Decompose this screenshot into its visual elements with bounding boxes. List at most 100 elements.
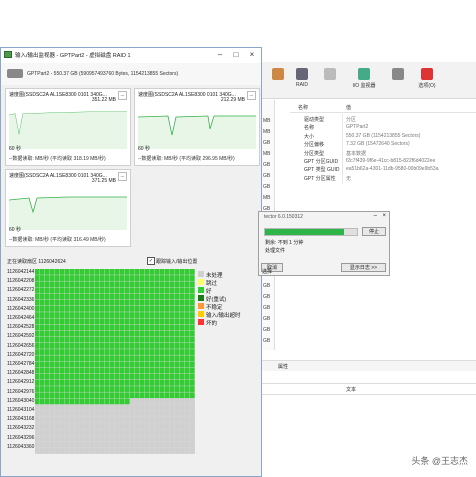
app-icon	[4, 51, 12, 58]
sector-address: 1126042720	[7, 351, 35, 358]
legend-item: 好	[198, 287, 212, 295]
toolbar-btn-options[interactable]: 选项(O)	[412, 66, 442, 94]
property-row[interactable]: 分区类型 基本数据	[290, 150, 476, 158]
sector-address: 1126043168	[7, 416, 35, 423]
graph-footer: --数据读取: MB/秒 (平均读取 318.19 MB/秒)	[9, 156, 106, 162]
size-cell: GB	[263, 184, 271, 190]
options-icon	[421, 68, 433, 80]
speed-graph-3: 速度图(SSDSC2A AL1SE8300 0101 340G... ... 3…	[5, 169, 131, 247]
disk-label: GPTPart2 - 550.37 GB (590957493760 Bytes…	[27, 71, 179, 77]
toolbar-btn-raid[interactable]: RAID	[290, 66, 314, 94]
title-bar: 输入/输出监视器 - GPTPart2 - 虚拟磁盘 RAID 1 – □ ×	[1, 48, 261, 63]
size-cell: MB	[263, 129, 271, 135]
property-key: 分区偏移	[304, 142, 325, 149]
property-value: ea51b62a-4301-11db-9580-00b09e9b53a	[346, 166, 439, 173]
graph-menu-button[interactable]: ...	[118, 91, 127, 100]
properties-tabbar: 属性	[262, 360, 476, 371]
property-key: 名称	[304, 125, 315, 132]
legend-swatch	[198, 311, 204, 317]
legend-swatch	[198, 287, 204, 293]
graph-max: 351.22 MB	[91, 97, 116, 103]
property-key: 大小	[304, 133, 315, 140]
property-value: 7.32 GB (15472640 Sectors)	[346, 141, 410, 148]
legend-label: 坏的	[206, 321, 218, 327]
close-icon[interactable]: ×	[247, 50, 257, 60]
minimize-icon[interactable]: –	[215, 50, 225, 60]
property-key: GPT 分区GUID	[304, 159, 339, 165]
dialog-close-icon[interactable]: ×	[382, 213, 386, 219]
graph-menu-button[interactable]: ...	[118, 172, 127, 181]
disk-tool-icon	[272, 68, 284, 80]
property-row[interactable]: GPT 分区GUID f2c7f439-9f6e-41cc-b815-822f6d…	[290, 158, 476, 166]
property-value: 无	[346, 175, 352, 182]
dialog-title: tector 6.0.150312	[264, 214, 303, 220]
stop-button[interactable]: 停止	[362, 227, 386, 236]
sector-address: 1126043296	[7, 434, 35, 441]
toolbar-btn-3[interactable]	[318, 66, 342, 94]
property-value: 分区	[346, 117, 357, 123]
property-row[interactable]: 驱动类型 分区	[290, 116, 476, 124]
text-header-label: 文本	[346, 387, 357, 393]
size-cell: GB	[263, 173, 271, 179]
graph-footer: --数据读取: MB/秒 (平均读取 296.95 MB/秒)	[138, 156, 235, 162]
col-name: 名称	[298, 105, 309, 111]
graph-footer: --数据读取: MB/秒 (平均读取 316.49 MB/秒)	[9, 237, 106, 243]
graph-max: 212.29 MB	[220, 97, 245, 103]
status-text: 处理文件	[265, 248, 286, 254]
size-cell: GB	[263, 338, 271, 344]
size-cell: GB	[263, 316, 271, 322]
follow-io-checkbox[interactable]: ✓	[147, 257, 155, 265]
size-cell: GB	[263, 140, 271, 146]
property-value: 550.37 GB (1154213855 Sectors)	[346, 132, 421, 139]
watermark: 头条 @王志杰	[411, 456, 468, 466]
dialog-minimize-icon[interactable]: –	[374, 213, 377, 219]
legend-swatch	[198, 295, 204, 301]
document-icon	[324, 68, 336, 80]
toolbar-btn-5[interactable]	[386, 66, 410, 94]
speed-line-3	[9, 196, 127, 230]
size-cell: MB	[263, 195, 271, 201]
graph-menu-button[interactable]: ...	[247, 91, 256, 100]
legend-swatch	[198, 271, 204, 277]
speed-line-2	[138, 115, 256, 149]
property-key: 驱动类型	[304, 117, 325, 123]
legend-item: 好(重试)	[198, 295, 226, 303]
size-cell: MB	[263, 118, 271, 124]
sector-address: 1126043040	[7, 397, 35, 404]
io-monitor-icon	[358, 68, 370, 80]
legend-swatch	[198, 303, 204, 309]
maximize-icon[interactable]: □	[231, 50, 241, 60]
io-monitor-window: 输入/输出监视器 - GPTPart2 - 虚拟磁盘 RAID 1 – □ × …	[0, 47, 262, 477]
graph-time-label: 60 秒	[9, 227, 21, 233]
props-tab[interactable]: 属性	[278, 363, 288, 370]
size-cell: GB	[263, 327, 271, 333]
sector-address: 1126043360	[7, 443, 35, 450]
size-cell: GB	[263, 305, 271, 311]
background-toolbar: RAID I/O 监视器 选项(O)	[262, 62, 476, 99]
legend-item: 输入/输出超时	[198, 311, 241, 319]
show-log-button[interactable]: 显示日志 >>	[341, 263, 386, 272]
legend-item: 未处理	[198, 271, 223, 279]
properties-header: 名称 值	[290, 104, 476, 113]
sector-address: 1126042976	[7, 388, 35, 395]
size-cell: MB	[263, 151, 271, 157]
sector-address: 1126043104	[7, 407, 35, 413]
speed-graph-2: 速度图(SSDSC2A AL1SE8300 0101 340G... ... 2…	[134, 88, 260, 166]
legend-swatch	[198, 279, 204, 285]
toolbar-btn-1[interactable]	[266, 66, 290, 94]
property-key: GPT 类型 GUID	[304, 167, 340, 174]
property-row[interactable]: GPT 类型 GUID ea51b62a-4301-11db-9580-00b09…	[290, 166, 476, 174]
property-row[interactable]: GPT 分区属性 无	[290, 175, 476, 183]
sector-address: 1126043232	[7, 425, 35, 432]
hard-disk-icon	[7, 69, 23, 78]
sector-address: 1126042400	[7, 305, 35, 312]
property-row[interactable]: 大小 550.37 GB (1154213855 Sectors)	[290, 133, 476, 141]
property-row[interactable]: 分区偏移 7.32 GB (15472640 Sectors)	[290, 141, 476, 149]
legend-item: 坏的	[198, 319, 218, 327]
speed-graph-1: 速度图(SSDSC2A AL1SE8300 0101 340G... ... 3…	[5, 88, 131, 166]
legend-item: 跳过	[198, 279, 217, 287]
property-row[interactable]: 名称 GPTPart2	[290, 124, 476, 132]
col-value: 值	[346, 105, 352, 111]
progress-bar	[264, 228, 358, 236]
toolbar-btn-io-monitor[interactable]: I/O 监视器	[346, 66, 382, 94]
